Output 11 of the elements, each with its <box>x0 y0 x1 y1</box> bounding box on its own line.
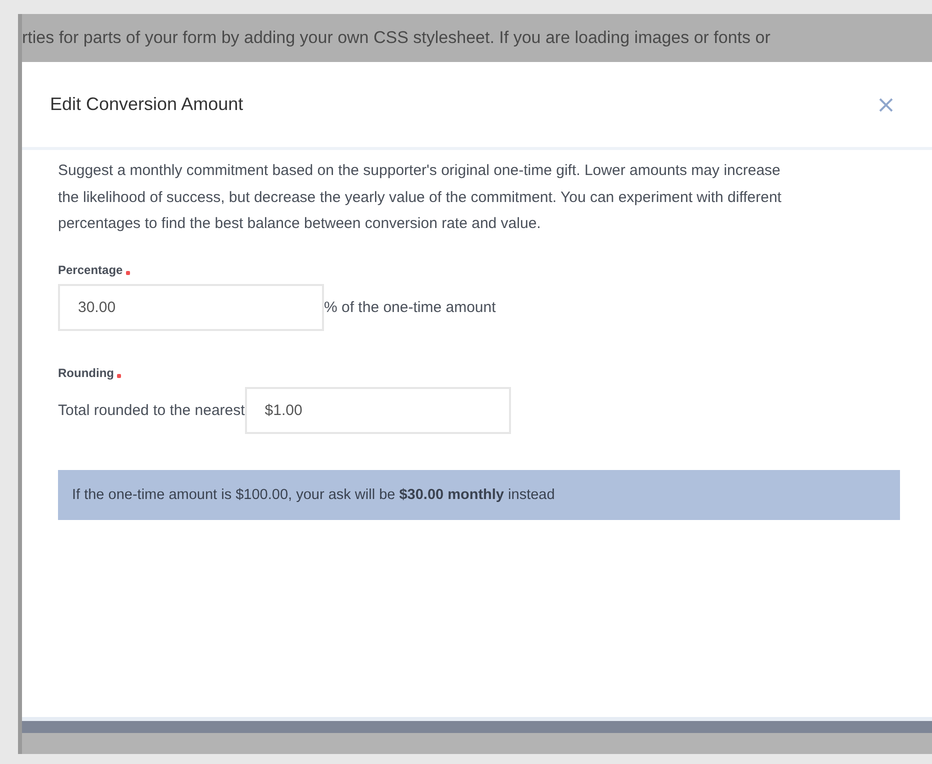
dialog-title: Edit Conversion Amount <box>50 94 244 115</box>
input-field[interactable]: 30.00 <box>58 284 324 330</box>
field-text: % of the one-time amount <box>324 298 496 316</box>
background-text: rties for parts of your form by adding your own CSS stylesheet. If you are loading images or fonts or <box>22 28 770 48</box>
description: Suggest a monthly commitment based on the supporter's original one-time gift. Lower amounts may increase the likelihood of success, but decrease the yearly value of the commitment. You can experiment with different percentages to find the best balance between conversion rate and value. <box>58 161 782 234</box>
field-label: Percentage <box>58 262 123 276</box>
field-text: Total rounded to the nearest <box>58 402 245 418</box>
field-label: Rounding <box>58 366 114 380</box>
preview-message: If the one-time amount is $100.00, your ask will be $30.00 monthly instead <box>58 470 900 520</box>
close-icon[interactable] <box>878 96 894 112</box>
input-field[interactable]: $1.00 <box>244 386 511 434</box>
